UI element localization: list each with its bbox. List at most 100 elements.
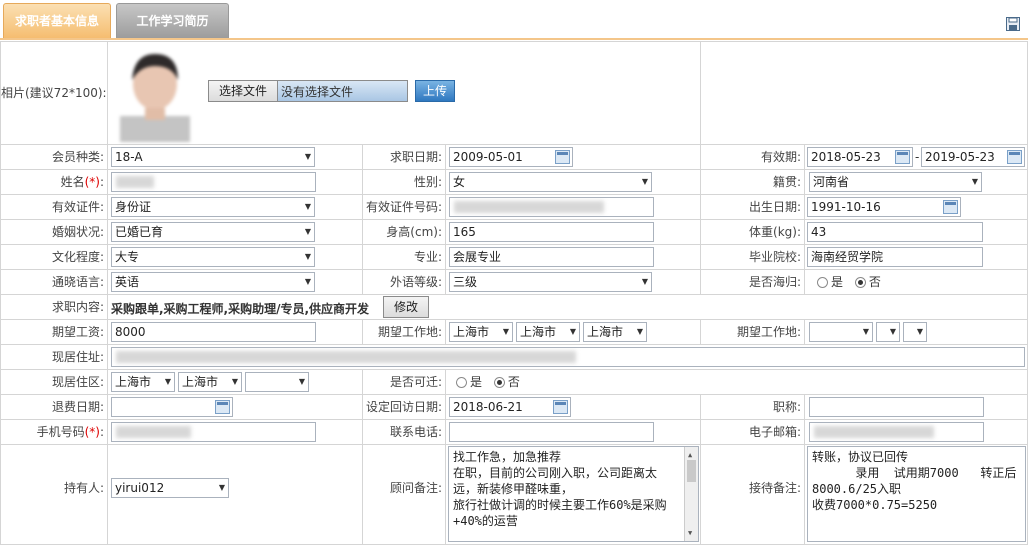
lang-level-cell: 三级 bbox=[446, 270, 701, 295]
title-input[interactable] bbox=[809, 397, 984, 417]
scrollbar[interactable] bbox=[684, 447, 698, 541]
district-area-select[interactable] bbox=[245, 372, 309, 392]
edu-cell: 大专 bbox=[108, 245, 363, 270]
holder-select[interactable]: yirui012 bbox=[111, 478, 229, 498]
valid-to-input[interactable]: 2019-05-23 bbox=[921, 147, 1025, 167]
calendar-icon[interactable] bbox=[943, 200, 958, 214]
reception-note-textarea[interactable]: 转账，协议已回传 录用 试用期7000 转正后8000.6/25入职 收费700… bbox=[807, 446, 1026, 542]
mobile-cell bbox=[108, 420, 363, 445]
district-cell: 上海市 上海市 bbox=[108, 370, 363, 395]
birth-input[interactable]: 1991-10-16 bbox=[807, 197, 961, 217]
relocate-label: 是否可迁: bbox=[363, 370, 446, 395]
file-status: 没有选择文件 bbox=[278, 80, 408, 102]
relocate-yes-radio[interactable] bbox=[456, 377, 467, 388]
height-input[interactable]: 165 bbox=[449, 222, 654, 242]
native-label: 籍贯: bbox=[701, 170, 805, 195]
mobile-label: 手机号码(*): bbox=[1, 420, 108, 445]
calendar-icon[interactable] bbox=[215, 400, 230, 414]
gender-select[interactable]: 女 bbox=[449, 172, 652, 192]
mobile-input[interactable] bbox=[111, 422, 316, 442]
work-place2-district-select[interactable] bbox=[903, 322, 927, 342]
id-type-cell: 身份证 bbox=[108, 195, 363, 220]
relocate-no-radio[interactable] bbox=[493, 377, 505, 388]
refund-label: 退费日期: bbox=[1, 395, 108, 420]
address-cell bbox=[108, 345, 1028, 370]
yes-label: 是 bbox=[470, 375, 483, 389]
refund-cell bbox=[108, 395, 363, 420]
school-input[interactable]: 海南经贸学院 bbox=[807, 247, 983, 267]
major-cell: 会展专业 bbox=[446, 245, 701, 270]
phone-input[interactable] bbox=[449, 422, 654, 442]
address-label: 现居住址: bbox=[1, 345, 108, 370]
advisor-note-textarea[interactable]: 找工作急，加急推荐 在职，目前的公司刚入职，公司距离太远，新装修甲醛味重， 旅行… bbox=[448, 446, 699, 542]
name-input[interactable] bbox=[111, 172, 316, 192]
work-place-district-select[interactable]: 上海市 bbox=[583, 322, 647, 342]
email-cell bbox=[805, 420, 1028, 445]
calendar-icon[interactable] bbox=[1007, 150, 1022, 164]
birth-cell: 1991-10-16 bbox=[805, 195, 1028, 220]
salary-input[interactable]: 8000 bbox=[111, 322, 316, 342]
photo-cell: 选择文件 没有选择文件 上传 bbox=[108, 42, 701, 145]
work-place-province-select[interactable]: 上海市 bbox=[449, 322, 513, 342]
scrollbar-thumb[interactable] bbox=[687, 460, 696, 482]
native-select[interactable]: 河南省 bbox=[809, 172, 982, 192]
work-place-cell: 上海市 上海市 上海市 bbox=[446, 320, 701, 345]
district-province-select[interactable]: 上海市 bbox=[111, 372, 175, 392]
edit-job-button[interactable]: 修改 bbox=[383, 296, 429, 318]
valid-to-value: 2019-05-23 bbox=[925, 150, 995, 164]
lang-level-select[interactable]: 三级 bbox=[449, 272, 652, 292]
weight-cell: 43 bbox=[805, 220, 1028, 245]
work-place2-label: 期望工作地: bbox=[701, 320, 805, 345]
colon: : bbox=[99, 175, 104, 189]
revisit-value: 2018-06-21 bbox=[453, 400, 523, 414]
overseas-no-radio[interactable] bbox=[854, 277, 866, 288]
choose-file-button[interactable]: 选择文件 bbox=[208, 80, 278, 102]
apply-date-value: 2009-05-01 bbox=[453, 150, 523, 164]
valid-separator: - bbox=[915, 150, 920, 164]
lang-select[interactable]: 英语 bbox=[111, 272, 315, 292]
district-city-select[interactable]: 上海市 bbox=[178, 372, 242, 392]
major-label: 专业: bbox=[363, 245, 446, 270]
work-place-city-select[interactable]: 上海市 bbox=[516, 322, 580, 342]
advisor-note-label: 顾问备注: bbox=[363, 445, 446, 545]
edu-label: 文化程度: bbox=[1, 245, 108, 270]
upload-button[interactable]: 上传 bbox=[415, 80, 455, 102]
refund-date-input[interactable] bbox=[111, 397, 233, 417]
calendar-icon[interactable] bbox=[895, 150, 910, 164]
marital-cell: 已婚已育 bbox=[108, 220, 363, 245]
tab-work-history[interactable]: 工作学习简历 bbox=[116, 3, 229, 38]
required-mark: (*) bbox=[84, 425, 100, 439]
member-type-select[interactable]: 18-A bbox=[111, 147, 315, 167]
work-place2-city-select[interactable] bbox=[876, 322, 900, 342]
marital-label: 婚姻状况: bbox=[1, 220, 108, 245]
tab-basic-info[interactable]: 求职者基本信息 bbox=[3, 3, 111, 38]
edu-select[interactable]: 大专 bbox=[111, 247, 315, 267]
job-cell: 采购跟单,采购工程师,采购助理/专员,供应商开发 修改 bbox=[108, 295, 1028, 320]
overseas-yes-radio[interactable] bbox=[817, 277, 828, 288]
apply-date-input[interactable]: 2009-05-01 bbox=[449, 147, 573, 167]
overseas-cell: 是 否 bbox=[805, 270, 1028, 295]
id-no-input[interactable] bbox=[449, 197, 654, 217]
calendar-icon[interactable] bbox=[553, 400, 568, 414]
calendar-icon[interactable] bbox=[555, 150, 570, 164]
id-no-label: 有效证件号码: bbox=[363, 195, 446, 220]
holder-label: 持有人: bbox=[1, 445, 108, 545]
reception-note-text: 转账，协议已回传 录用 试用期7000 转正后8000.6/25入职 收费700… bbox=[812, 450, 1017, 512]
lang-cell: 英语 bbox=[108, 270, 363, 295]
form-grid: 相片(建议72*100): 选择文件 没有选择文件 上传 会员种类: 18-A … bbox=[0, 41, 1028, 545]
valid-from-input[interactable]: 2018-05-23 bbox=[807, 147, 913, 167]
save-icon[interactable] bbox=[1006, 17, 1020, 31]
marital-select[interactable]: 已婚已育 bbox=[111, 222, 315, 242]
district-label: 现居住区: bbox=[1, 370, 108, 395]
email-label: 电子邮箱: bbox=[701, 420, 805, 445]
revisit-date-input[interactable]: 2018-06-21 bbox=[449, 397, 571, 417]
work-place2-province-select[interactable] bbox=[809, 322, 873, 342]
weight-input[interactable]: 43 bbox=[807, 222, 983, 242]
address-input[interactable] bbox=[111, 347, 1025, 367]
name-cell bbox=[108, 170, 363, 195]
no-label: 否 bbox=[868, 275, 881, 289]
email-input[interactable] bbox=[809, 422, 984, 442]
major-input[interactable]: 会展专业 bbox=[449, 247, 654, 267]
salary-label: 期望工资: bbox=[1, 320, 108, 345]
id-type-select[interactable]: 身份证 bbox=[111, 197, 315, 217]
